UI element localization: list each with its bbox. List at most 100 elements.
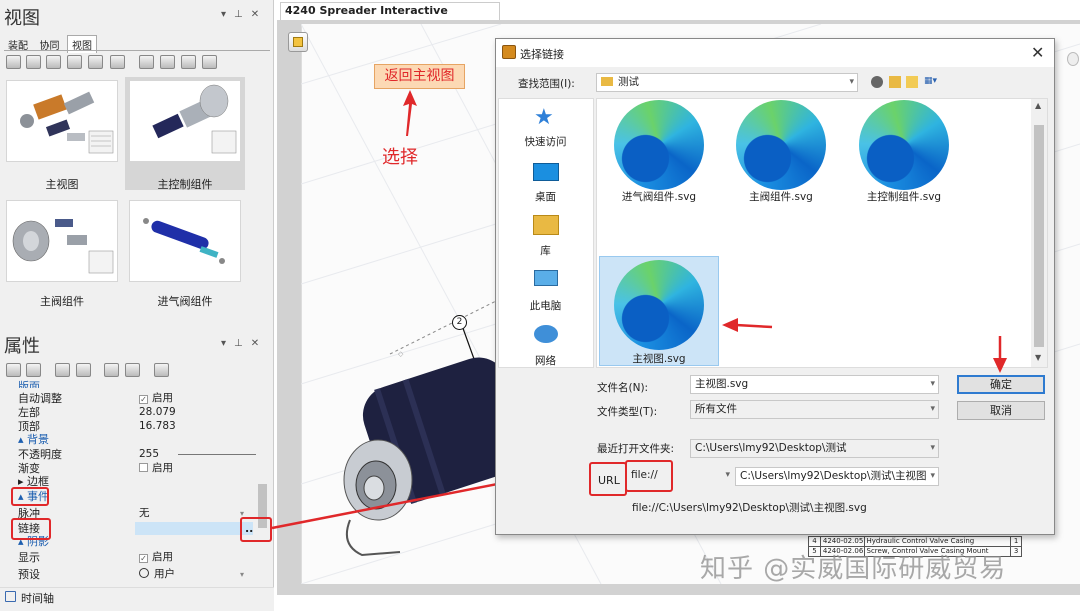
brush-icon[interactable] bbox=[110, 55, 125, 69]
highlight-link bbox=[11, 518, 51, 540]
thumbnail-label-main-control: 主控制组件 bbox=[157, 178, 213, 191]
library-icon[interactable] bbox=[533, 215, 559, 235]
view-camera-2-icon[interactable] bbox=[160, 55, 175, 69]
prop-preset[interactable]: 预设 用户 ▾ bbox=[18, 567, 268, 582]
checkbox-icon[interactable]: ✓ bbox=[139, 554, 148, 563]
intake-valve-image bbox=[143, 218, 225, 264]
edge-file-icon[interactable] bbox=[614, 100, 704, 190]
categorized-icon[interactable] bbox=[6, 363, 21, 377]
recent-select[interactable]: C:\Users\lmy92\Desktop\测试 ▾ bbox=[690, 439, 939, 458]
thumbnail-intake-valve[interactable] bbox=[129, 200, 241, 282]
select-label: 选择 bbox=[382, 147, 418, 168]
panel-controls[interactable]: ▾⊥✕ bbox=[221, 9, 267, 20]
lookin-label: 查找范围(I): bbox=[518, 78, 575, 90]
refresh-left-icon[interactable] bbox=[55, 363, 70, 377]
camera-edit-icon[interactable] bbox=[26, 55, 41, 69]
checkbox-icon[interactable] bbox=[139, 463, 148, 472]
lookin-select[interactable]: 测试 ▾ bbox=[596, 73, 858, 92]
quick-access-icon[interactable]: ★ bbox=[534, 105, 554, 130]
camera-sync-icon[interactable] bbox=[88, 55, 103, 69]
view-camera-1-icon[interactable] bbox=[139, 55, 154, 69]
checkbox-icon[interactable]: ✓ bbox=[139, 395, 148, 404]
filetype-select[interactable]: 所有文件 ▾ bbox=[690, 400, 939, 419]
filename-input[interactable]: 主视图.svg ▾ bbox=[690, 375, 939, 394]
props-panel-controls[interactable]: ▾⊥✕ bbox=[221, 338, 267, 349]
dialog-close-icon[interactable]: ✕ bbox=[1031, 43, 1044, 62]
thumbnail-label-intake-valve: 进气阀组件 bbox=[157, 295, 213, 308]
chevron-down-icon: ▾ bbox=[725, 470, 730, 480]
canvas-edge-handle[interactable] bbox=[1067, 52, 1079, 66]
new-folder-icon[interactable] bbox=[906, 76, 918, 88]
properties-icon[interactable] bbox=[104, 363, 119, 377]
prop-auto-adjust[interactable]: 自动调整 ✓ 启用 bbox=[18, 391, 268, 406]
network-icon[interactable] bbox=[534, 325, 558, 343]
prop-pulse[interactable]: 脉冲 无 ▾ bbox=[18, 506, 268, 521]
edge-file-icon[interactable] bbox=[614, 260, 704, 350]
chevron-down-icon[interactable]: ▾ bbox=[240, 567, 244, 582]
highlight-url-label bbox=[589, 462, 627, 496]
player-corner-icon[interactable] bbox=[288, 32, 308, 52]
cancel-button[interactable]: 取消 bbox=[957, 401, 1045, 420]
scrollbar-thumb[interactable] bbox=[1034, 125, 1044, 347]
camera-refresh-icon[interactable] bbox=[67, 55, 82, 69]
chevron-down-icon: ▾ bbox=[930, 468, 935, 485]
file-main-control[interactable]: 主控制组件.svg bbox=[844, 189, 964, 204]
camera-delete-icon[interactable] bbox=[46, 55, 61, 69]
view-camera-3-icon[interactable] bbox=[181, 55, 196, 69]
export-icon[interactable] bbox=[154, 363, 169, 377]
props-scrollbar[interactable] bbox=[256, 380, 269, 580]
file-main-view[interactable]: 主视图.svg bbox=[599, 351, 719, 366]
prop-link[interactable]: 链接 bbox=[18, 521, 268, 536]
prop-left[interactable]: 左部 28.079 bbox=[18, 405, 268, 420]
highlight-url-scheme bbox=[625, 460, 673, 492]
sort-icon[interactable] bbox=[26, 363, 41, 377]
section-background[interactable]: ▴ 背景 bbox=[18, 433, 49, 447]
prop-opacity[interactable]: 不透明度 255 bbox=[18, 447, 268, 462]
eyedropper-icon[interactable] bbox=[125, 363, 140, 377]
url-path-input[interactable]: C:\Users\lmy92\Desktop\测试\主视图 ▾ bbox=[735, 467, 939, 486]
opacity-slider[interactable] bbox=[178, 454, 264, 455]
nav-library[interactable]: 库 bbox=[498, 243, 593, 258]
prop-gradient[interactable]: 渐变 启用 bbox=[18, 461, 268, 476]
watermark: 知乎 @实威国际研威贸易 bbox=[700, 554, 1007, 584]
prop-top[interactable]: 顶部 16.783 bbox=[18, 419, 268, 434]
view-menu-icon[interactable]: ▦▾ bbox=[924, 76, 944, 88]
select-arrow bbox=[403, 90, 417, 136]
computer-icon[interactable] bbox=[534, 270, 558, 286]
thumbnail-main-view[interactable] bbox=[6, 80, 118, 162]
player-tab[interactable]: 4240 Spreader Interactive Player.smg bbox=[280, 2, 500, 33]
camera-icon[interactable] bbox=[6, 55, 21, 69]
thumbnail-main-control[interactable] bbox=[129, 80, 241, 162]
refresh-right-icon[interactable] bbox=[76, 363, 91, 377]
control-assembly-image bbox=[152, 84, 237, 154]
view-camera-4-icon[interactable] bbox=[202, 55, 217, 69]
props-panel-title: 属性 bbox=[4, 336, 40, 357]
file-main-valve[interactable]: 主阀组件.svg bbox=[721, 189, 841, 204]
url-full-text: file://C:\Users\lmy92\Desktop\测试\主视图.svg bbox=[632, 502, 867, 514]
highlight-events bbox=[11, 487, 49, 506]
thumbnail-main-valve[interactable] bbox=[6, 200, 118, 282]
nav-desktop[interactable]: 桌面 bbox=[498, 189, 593, 204]
ok-button[interactable]: 确定 bbox=[957, 375, 1045, 394]
dialog-titlebar[interactable] bbox=[496, 39, 1054, 67]
edge-file-icon[interactable] bbox=[736, 100, 826, 190]
desktop-icon[interactable] bbox=[533, 163, 559, 181]
timeline-label[interactable]: 时间轴 bbox=[21, 590, 54, 606]
nav-this-pc[interactable]: 此电脑 bbox=[498, 298, 593, 313]
up-folder-icon[interactable] bbox=[889, 76, 901, 88]
file-intake-valve[interactable]: 进气阀组件.svg bbox=[599, 189, 719, 204]
prop-display[interactable]: 显示 ✓ 启用 bbox=[18, 550, 268, 565]
timeline-icon bbox=[5, 591, 16, 602]
tab-underline bbox=[4, 50, 270, 51]
scroll-down-icon[interactable]: ▼ bbox=[1035, 353, 1041, 362]
thumbnail-label-main-view: 主视图 bbox=[45, 178, 79, 191]
return-main-view-button[interactable]: 返回主视图 bbox=[374, 64, 465, 89]
view-panel-title: 视图 bbox=[4, 8, 40, 29]
nav-quick-access[interactable]: 快速访问 bbox=[498, 134, 593, 149]
edge-file-icon[interactable] bbox=[859, 100, 949, 190]
scroll-up-icon[interactable]: ▲ bbox=[1035, 101, 1041, 110]
link-value-field[interactable] bbox=[135, 522, 253, 535]
back-icon[interactable] bbox=[871, 76, 883, 88]
dialog-app-icon bbox=[502, 45, 516, 59]
nav-network[interactable]: 网络 bbox=[498, 353, 593, 368]
